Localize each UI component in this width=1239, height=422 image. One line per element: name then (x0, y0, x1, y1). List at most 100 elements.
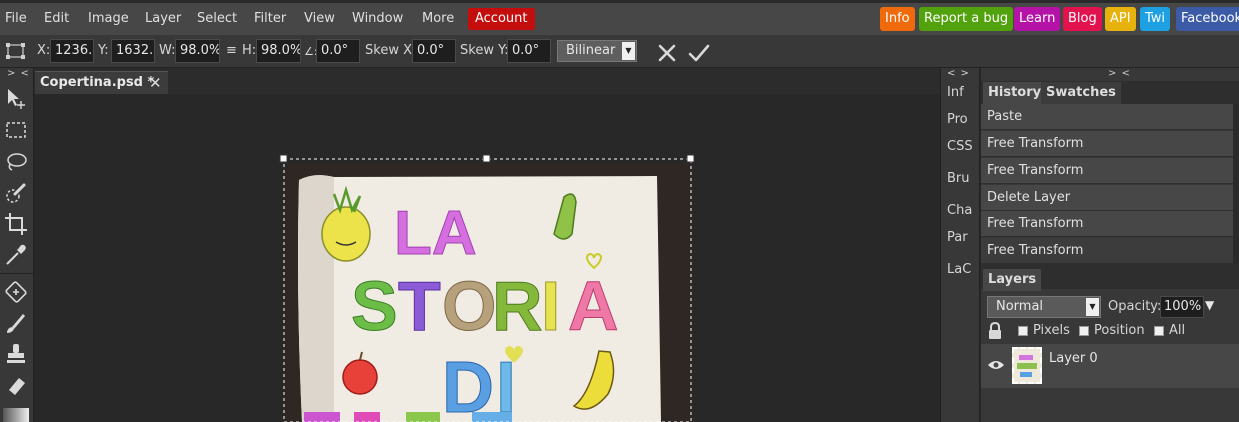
width-field[interactable]: 98.0% (175, 39, 220, 63)
svg-text:I: I (496, 348, 516, 422)
skew-y-label: Skew Y: (460, 43, 509, 58)
marquee-tool-icon[interactable] (3, 117, 29, 143)
layer-row[interactable]: Layer 0 (981, 344, 1233, 388)
blend-mode-select[interactable]: Normal ▼ (987, 296, 1101, 318)
history-row[interactable]: Free Transform (981, 238, 1233, 264)
history-scrollbar[interactable] (1233, 104, 1239, 264)
document-tab-strip (34, 68, 940, 94)
blog-link[interactable]: Blog (1063, 7, 1102, 31)
tab-history[interactable]: History (983, 82, 1047, 104)
angle-field[interactable]: 0.0° (316, 39, 360, 63)
h-label: H: (242, 43, 257, 58)
learn-link[interactable]: Learn (1014, 7, 1061, 31)
skew-x-field[interactable]: 0.0° (412, 39, 456, 63)
report-bug-link[interactable]: Report a bug (919, 7, 1014, 31)
css-panel-button[interactable]: CSS (947, 139, 973, 154)
opacity-label: Opacity: (1108, 299, 1162, 314)
blend-mode-value: Normal (996, 299, 1044, 314)
move-tool-icon[interactable] (3, 86, 29, 112)
collapse-mini-icon[interactable]: < > (947, 68, 970, 79)
eyedropper-tool-icon[interactable] (3, 242, 29, 268)
history-row[interactable]: Paste (981, 104, 1233, 130)
character-panel-button[interactable]: Cha (947, 203, 972, 218)
twitter-link[interactable]: Twi (1140, 7, 1171, 31)
title-row-1: LA (394, 199, 477, 268)
api-link[interactable]: API (1105, 7, 1136, 31)
link-proportions-icon[interactable]: ≡ (226, 43, 237, 58)
interpolation-select[interactable]: Bilinear ▼ (557, 40, 637, 62)
handle-top-left[interactable] (279, 154, 288, 163)
svg-text:D: D (442, 348, 494, 422)
cancel-transform-icon[interactable] (657, 43, 677, 63)
skew-y-field[interactable]: 0.0° (507, 39, 551, 63)
quick-selection-tool-icon[interactable] (3, 180, 29, 206)
properties-panel-button[interactable]: Pro (947, 112, 968, 127)
menu-more[interactable]: More (422, 8, 454, 30)
brush-tool-icon[interactable] (3, 310, 29, 336)
paragraph-panel-button[interactable]: Par (947, 230, 968, 245)
w-label: W: (159, 43, 176, 58)
opacity-field[interactable]: 100% (1160, 296, 1204, 318)
chevron-down-icon: ▼ (622, 42, 635, 60)
info-link[interactable]: Info (880, 7, 915, 31)
close-document-icon[interactable]: ✕ (149, 72, 162, 94)
history-row[interactable]: Delete Layer (981, 185, 1233, 211)
menu-layer[interactable]: Layer (145, 8, 181, 30)
height-field[interactable]: 98.0% (256, 39, 301, 63)
info-panel-button[interactable]: Inf (947, 85, 964, 100)
eye-icon[interactable] (987, 359, 1005, 371)
tab-layers[interactable]: Layers (983, 269, 1042, 291)
healing-brush-tool-icon[interactable] (3, 279, 29, 305)
svg-text:S: S (351, 267, 398, 345)
opacity-dropdown-icon[interactable]: ▼ (1205, 298, 1214, 312)
crop-tool-icon[interactable] (3, 211, 29, 237)
chevron-down-icon: ▼ (1086, 298, 1099, 316)
x-label: X: (37, 43, 51, 58)
lasso-tool-icon[interactable] (3, 149, 29, 175)
menu-filter[interactable]: Filter (254, 8, 286, 30)
canvas-area[interactable]: LA S T O R I A D I (34, 94, 940, 422)
history-row[interactable]: Free Transform (981, 158, 1233, 184)
collapse-right-icon[interactable]: > < (1108, 68, 1131, 79)
account-button[interactable]: Account (468, 8, 535, 30)
handle-top-right[interactable] (686, 154, 695, 163)
menu-view[interactable]: View (304, 8, 335, 30)
svg-text:A: A (568, 267, 619, 345)
collapse-tools-icon[interactable]: > < (7, 68, 30, 79)
svg-text:I: I (541, 267, 560, 345)
lock-all-checkbox[interactable] (1154, 326, 1164, 336)
layer-name: Layer 0 (1049, 351, 1098, 366)
document-tab-title: Copertina.psd * (40, 75, 155, 90)
layer-comps-panel-button[interactable]: LaC (947, 262, 971, 277)
interpolation-value: Bilinear (566, 43, 616, 58)
menu-edit[interactable]: Edit (44, 8, 69, 30)
menu-file[interactable]: File (5, 8, 27, 30)
lock-pixels-label: Pixels (1033, 323, 1070, 338)
commit-transform-icon[interactable] (688, 43, 710, 63)
document-tab[interactable]: Copertina.psd * ✕ (35, 71, 168, 94)
history-row[interactable]: Free Transform (981, 131, 1233, 157)
layer-thumbnail (1012, 347, 1042, 384)
brush-panel-button[interactable]: Bru (947, 171, 970, 186)
gradient-tool-icon[interactable] (3, 408, 29, 422)
facebook-link[interactable]: Facebook (1176, 7, 1239, 31)
document-canvas[interactable]: LA S T O R I A D I (34, 94, 940, 422)
mini-panel-strip: < > Inf Pro CSS Bru Cha Par LaC (940, 68, 980, 422)
y-field[interactable]: 1632.0 (111, 39, 155, 63)
x-field[interactable]: 1236.8 (50, 39, 94, 63)
lock-pixels-checkbox[interactable] (1018, 326, 1028, 336)
skew-x-label: Skew X: (365, 43, 417, 58)
menu-window[interactable]: Window (352, 8, 403, 30)
handle-top-center[interactable] (482, 154, 491, 163)
tab-swatches[interactable]: Swatches (1041, 82, 1121, 104)
menu-select[interactable]: Select (197, 8, 237, 30)
title-row-2: S T O R I A (351, 267, 620, 346)
svg-text:O: O (442, 267, 496, 345)
clone-stamp-tool-icon[interactable] (3, 341, 29, 367)
history-row[interactable]: Free Transform (981, 211, 1233, 237)
eraser-tool-icon[interactable] (3, 372, 29, 398)
svg-text:R: R (492, 267, 543, 345)
lock-position-checkbox[interactable] (1079, 326, 1089, 336)
menu-image[interactable]: Image (88, 8, 129, 30)
lock-icon (989, 321, 1001, 339)
